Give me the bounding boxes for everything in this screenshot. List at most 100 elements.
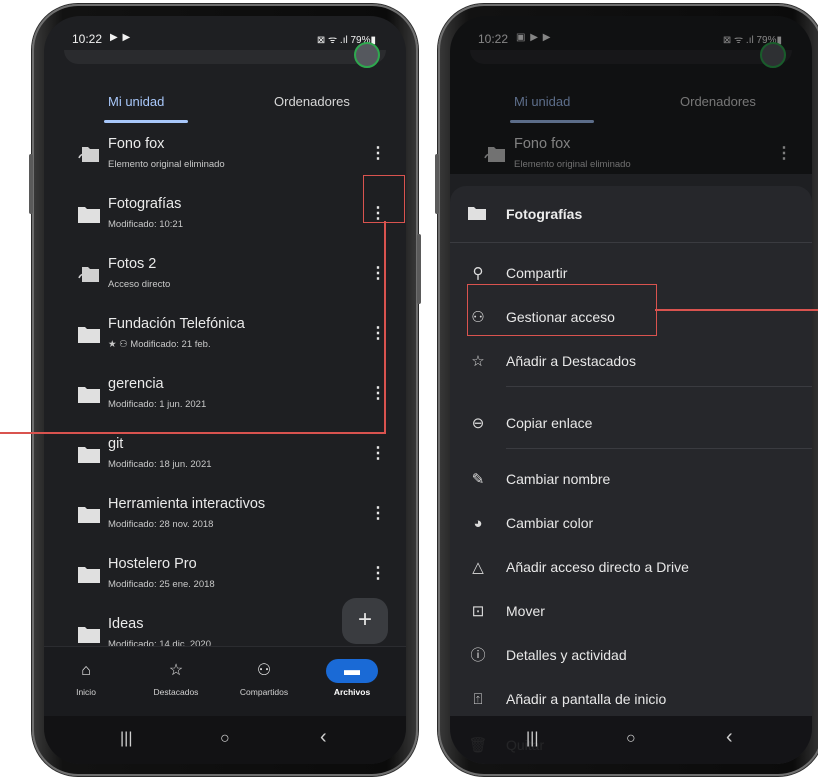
nav-label: Compartidos [239, 687, 289, 697]
home-button[interactable]: ○ [626, 730, 636, 748]
menu-item-label: Copiar enlace [506, 415, 593, 431]
folder-icon [78, 567, 100, 583]
nav-inicio[interactable]: ⌂ Inicio [46, 659, 126, 697]
new-button[interactable]: + [342, 598, 388, 644]
file-name: Fotografías [108, 196, 182, 212]
share-person-icon: ⚲ [472, 265, 484, 282]
menu-item-label: Cambiar nombre [506, 471, 611, 487]
folder-icon [78, 507, 100, 523]
status-time: 10:22 [72, 32, 103, 46]
sheet-title: Fotografías [506, 206, 583, 222]
more-options-icon[interactable]: ⋮ [368, 562, 388, 586]
file-name: git [108, 436, 124, 452]
tab-ordenadores[interactable]: Ordenadores [274, 94, 350, 109]
menu-item-copiar-enlace[interactable]: ⊖ Copiar enlace [450, 404, 812, 444]
back-button[interactable]: ‹ [726, 726, 733, 749]
menu-item-detalles-y-actividad[interactable]: ⓘ Detalles y actividad [450, 636, 812, 676]
folder-icon [78, 207, 100, 223]
callout-line [655, 309, 818, 311]
pencil-icon: ✎ [471, 471, 485, 488]
menu-item-cambiar-color[interactable]: ◕ Cambiar color [450, 504, 812, 544]
menu-item-añadir-a-pantalla-de-inicio[interactable]: ⍐ Añadir a pantalla de inicio [450, 680, 812, 720]
file-name: Fono fox [108, 136, 165, 152]
folder-icon [78, 447, 100, 463]
drive-tabs: Mi unidad Ordenadores [44, 86, 406, 126]
nav-label: Inicio [76, 687, 96, 697]
list-item[interactable]: git Modificado: 18 jun. 2021 ⋮ [44, 426, 406, 486]
nav-compartidos[interactable]: ⚇ Compartidos [224, 659, 304, 697]
avatar[interactable] [354, 42, 380, 68]
nav-destacados[interactable]: ☆ Destacados [136, 659, 216, 697]
list-item[interactable]: Herramienta interactivos Modificado: 28 n… [44, 486, 406, 546]
shortcut-folder-icon [78, 267, 99, 282]
folder-icon: ▬ [326, 659, 378, 683]
left-screen: 10:22 ▶ ▶ ⊠ ᯤ .ıl 79%▮ Mi unidad Ordenad… [44, 16, 406, 764]
menu-item-cambiar-nombre[interactable]: ✎ Cambiar nombre [450, 460, 812, 500]
volume-button [435, 154, 439, 214]
list-item[interactable]: Fotos 2 Acceso directo ⋮ [44, 246, 406, 306]
nav-archivos[interactable]: ▬ Archivos [312, 659, 392, 697]
more-options-icon[interactable]: ⋮ [368, 502, 388, 526]
active-tab-indicator [104, 120, 188, 123]
right-phone: 10:22 ▣ ▶ ▶ ⊠ ᯤ .ıl 79%▮ Mi unidad Orden… [435, 4, 818, 776]
back-button[interactable]: ‹ [320, 726, 327, 749]
menu-divider [506, 448, 812, 449]
more-options-icon[interactable]: ⋮ [368, 442, 388, 466]
nav-label: Archivos [333, 687, 371, 697]
menu-item-añadir-a-destacados[interactable]: ☆ Añadir a Destacados [450, 342, 812, 382]
move-icon: ⊡ [471, 603, 485, 620]
power-button [417, 234, 421, 304]
list-item[interactable]: Fundación Telefónica ★ ⚇ Modificado: 21 f… [44, 306, 406, 366]
list-item[interactable]: Fono fox Elemento original eliminado ⋮ [44, 126, 406, 186]
file-name: Hostelero Pro [108, 556, 197, 572]
home-button[interactable]: ○ [220, 730, 230, 748]
menu-item-mover[interactable]: ⊡ Mover [450, 592, 812, 632]
list-item[interactable]: Fotografías Modificado: 10:21 ⋮ [44, 186, 406, 246]
file-subtitle: Modificado: 18 jun. 2021 [108, 459, 212, 470]
file-name: Herramienta interactivos [108, 496, 266, 512]
file-name: Fotos 2 [108, 256, 157, 272]
home-icon: ⌂ [81, 662, 91, 679]
palette-icon: ◕ [473, 515, 483, 532]
more-options-icon[interactable]: ⋮ [368, 142, 388, 166]
file-subtitle: ★ ⚇ Modificado: 21 feb. [108, 339, 211, 350]
bottom-sheet: Fotografías ⚲ Compartir ⚇ Gestionar acceso ☆… [450, 186, 812, 764]
menu-item-añadir-acceso-directo-a-drive[interactable]: △ Añadir acceso directo a Drive [450, 548, 812, 588]
menu-item-label: Detalles y actividad [506, 647, 627, 663]
info-icon: ⓘ [470, 647, 486, 664]
menu-item-label: Añadir a Destacados [506, 353, 636, 369]
highlight-gestionar-acceso [467, 284, 657, 336]
star-icon: ☆ [471, 353, 485, 370]
highlight-more-options [363, 175, 405, 223]
nav-label: Destacados [153, 687, 199, 697]
sheet-header: Fotografías [450, 186, 812, 243]
list-item[interactable]: Hostelero Pro Modificado: 25 ene. 2018 ⋮ [44, 546, 406, 606]
recents-button[interactable]: ||| [120, 730, 132, 748]
callout-line [384, 221, 386, 433]
tab-mi-unidad[interactable]: Mi unidad [108, 94, 164, 109]
link-icon: ⊖ [471, 415, 485, 432]
scrim[interactable] [450, 16, 812, 174]
add-home-icon: ⍐ [473, 691, 483, 708]
list-item[interactable]: gerencia Modificado: 1 jun. 2021 ⋮ [44, 366, 406, 426]
folder-icon [78, 387, 100, 403]
callout-line [0, 432, 386, 434]
file-name: Ideas [108, 616, 144, 632]
search-bar[interactable] [64, 50, 386, 64]
recents-button[interactable]: ||| [526, 730, 538, 748]
system-navigation: ||| ○ ‹ [44, 716, 406, 764]
file-subtitle: Modificado: 10:21 [108, 219, 183, 230]
system-navigation: ||| ○ ‹ [450, 716, 812, 764]
shortcut-folder-icon [78, 147, 99, 162]
folder-icon [78, 327, 100, 343]
people-icon: ⚇ [256, 662, 272, 679]
right-screen: 10:22 ▣ ▶ ▶ ⊠ ᯤ .ıl 79%▮ Mi unidad Orden… [450, 16, 812, 764]
menu-item-label: Compartir [506, 265, 568, 281]
file-name: Fundación Telefónica [108, 316, 245, 332]
menu-item-label: Añadir a pantalla de inicio [506, 691, 667, 707]
star-icon: ☆ [168, 662, 184, 679]
menu-item-label: Cambiar color [506, 515, 594, 531]
file-subtitle: Acceso directo [108, 279, 171, 290]
volume-button [29, 154, 33, 214]
folder-icon [468, 207, 486, 220]
